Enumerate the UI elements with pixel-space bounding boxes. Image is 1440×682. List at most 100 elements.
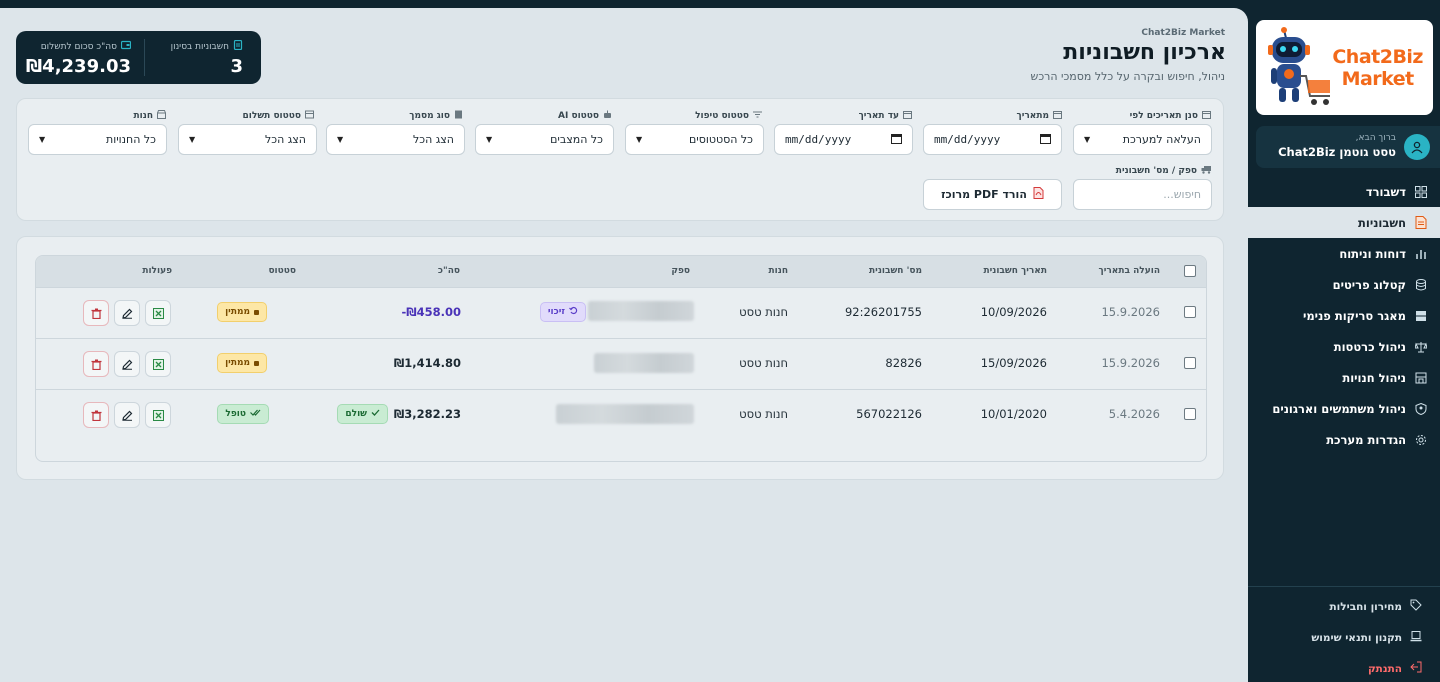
excel-button[interactable] bbox=[145, 402, 171, 428]
excel-button[interactable] bbox=[145, 351, 171, 377]
filter-to-date[interactable]: mm/dd/yyyy bbox=[774, 124, 913, 155]
sidebar-bottom: מחירון וחבילות תקנון ותנאי שימוש התנתק bbox=[1248, 586, 1440, 682]
filter-from-label: מתאריך bbox=[1017, 110, 1062, 122]
main-content: Chat2Biz Market ארכיון חשבוניות ניהול, ח… bbox=[0, 8, 1248, 682]
th-store[interactable]: חנות bbox=[769, 266, 789, 276]
sidebar-item-terms[interactable]: תקנון ותנאי שימוש bbox=[1248, 622, 1440, 653]
stat-total-label: סה"כ סכום לתשלום bbox=[40, 41, 117, 52]
document-icon bbox=[1414, 216, 1428, 230]
table-row[interactable]: 15.9.2026 15/09/2026 82826 חנות טסט ₪1,4… bbox=[36, 339, 1206, 390]
robot-mascot-icon bbox=[1268, 27, 1330, 105]
filter-from-date[interactable]: mm/dd/yyyy bbox=[923, 124, 1062, 155]
filter-handling-select[interactable]: כל הסטטוסים ▼ bbox=[625, 124, 764, 155]
paid-badge: שולם bbox=[337, 404, 388, 424]
sidebar-item-users[interactable]: ניהול משתמשים וארגונים bbox=[1248, 393, 1440, 424]
delete-button[interactable] bbox=[83, 402, 109, 428]
th-status: סטטוס bbox=[268, 266, 296, 276]
filter-icon bbox=[753, 110, 762, 122]
row-checkbox[interactable] bbox=[1184, 306, 1196, 318]
sidebar-item-reports[interactable]: דוחות וניתוח bbox=[1248, 238, 1440, 269]
filter-sort-label: סנן תאריכים לפי bbox=[1130, 110, 1211, 122]
wallet-icon bbox=[120, 40, 132, 53]
filter-doctype-select[interactable]: הצג הכל ▼ bbox=[326, 124, 465, 155]
chevron-down-icon: ▼ bbox=[189, 135, 196, 144]
sidebar-item-invoices[interactable]: חשבוניות bbox=[1248, 207, 1440, 238]
logo[interactable]: Chat2Biz Market bbox=[1256, 20, 1433, 115]
excel-button[interactable] bbox=[145, 300, 171, 326]
pencil-icon bbox=[121, 406, 133, 425]
robot-icon bbox=[603, 110, 612, 122]
th-invoice-no[interactable]: מס' חשבונית bbox=[869, 266, 922, 276]
th-invoice-date[interactable]: תאריך חשבונית bbox=[983, 266, 1047, 276]
pending-dot-icon bbox=[254, 360, 259, 366]
top-strip bbox=[0, 0, 1440, 8]
sidebar-item-scans[interactable]: מאגר סריקות פנימי bbox=[1248, 300, 1440, 331]
stat-filtered: חשבוניות בסינון 3 bbox=[171, 39, 243, 77]
pending-dot-icon bbox=[254, 309, 259, 315]
cell-invoice-date: 15/09/2026 bbox=[980, 356, 1047, 370]
th-uploaded[interactable]: הועלה בתאריך bbox=[1099, 266, 1160, 276]
table-row[interactable]: 5.4.2026 10/01/2020 567022126 חנות טסט ₪… bbox=[36, 390, 1206, 441]
edit-button[interactable] bbox=[114, 351, 140, 377]
download-pdf-button[interactable]: הורד PDF מרוכז bbox=[923, 179, 1062, 210]
cell-uploaded: 15.9.2026 bbox=[1101, 356, 1160, 370]
excel-icon bbox=[152, 355, 164, 374]
filter-sort-select[interactable]: העלאה למערכת ▼ bbox=[1073, 124, 1212, 155]
cell-store: חנות טסט bbox=[739, 356, 788, 370]
filter-payment-select[interactable]: הצג הכל ▼ bbox=[178, 124, 317, 155]
sidebar-item-stores[interactable]: ניהול חנויות bbox=[1248, 362, 1440, 393]
filters-panel: סנן תאריכים לפי העלאה למערכת ▼ מתאריך mm/… bbox=[16, 98, 1224, 221]
select-all-checkbox[interactable] bbox=[1184, 265, 1196, 277]
cell-uploaded: 15.9.2026 bbox=[1101, 305, 1160, 319]
sidebar-item-pricing[interactable]: מחירון וחבילות bbox=[1248, 591, 1440, 622]
trash-icon bbox=[91, 355, 102, 374]
status-badge: ממתין bbox=[217, 302, 267, 322]
row-checkbox[interactable] bbox=[1184, 408, 1196, 420]
undo-icon bbox=[569, 306, 578, 318]
user-greeting: ברוך הבא, bbox=[1355, 133, 1396, 143]
delete-button[interactable] bbox=[83, 351, 109, 377]
filter-to-label: עד תאריך bbox=[859, 110, 912, 122]
row-checkbox[interactable] bbox=[1184, 357, 1196, 369]
filter-ai-select[interactable]: כל המצבים ▼ bbox=[475, 124, 614, 155]
bar-chart-icon bbox=[1414, 247, 1428, 261]
cell-invoice-date: 10/01/2020 bbox=[980, 407, 1047, 421]
calendar-icon bbox=[903, 110, 912, 122]
document-icon bbox=[233, 39, 243, 53]
status-badge: טופל bbox=[217, 404, 269, 424]
th-supplier[interactable]: ספק bbox=[671, 266, 690, 276]
stat-filtered-value: 3 bbox=[230, 56, 243, 77]
store-icon bbox=[157, 110, 166, 122]
sidebar: Chat2Biz Market ברוך הבא, טסט גוטמן Chat… bbox=[1248, 8, 1440, 682]
filter-store-select[interactable]: כל החנויות ▼ bbox=[28, 124, 167, 155]
table-row[interactable]: 15.9.2026 10/09/2026 92:26201755 חנות טס… bbox=[36, 288, 1206, 339]
server-icon bbox=[1414, 309, 1428, 323]
tag-icon bbox=[1410, 599, 1422, 614]
sidebar-item-settings[interactable]: הגדרות מערכת bbox=[1248, 424, 1440, 455]
pencil-icon bbox=[121, 355, 133, 374]
cell-total: -₪458.00 bbox=[401, 305, 461, 319]
calendar-icon bbox=[1040, 133, 1051, 147]
shield-user-icon bbox=[1414, 402, 1428, 416]
th-total[interactable]: סה"כ bbox=[438, 266, 460, 276]
supplier-name-redacted bbox=[594, 353, 694, 373]
stat-total-value: ₪4,239.03 bbox=[25, 56, 131, 77]
sidebar-item-ledgers[interactable]: ניהול כרטסות bbox=[1248, 331, 1440, 362]
status-badge: ממתין bbox=[217, 353, 267, 373]
user-card[interactable]: ברוך הבא, טסט גוטמן Chat2Biz bbox=[1256, 126, 1440, 168]
sidebar-item-catalog[interactable]: קטלוג פריטים bbox=[1248, 269, 1440, 300]
pencil-icon bbox=[121, 304, 133, 323]
edit-button[interactable] bbox=[114, 300, 140, 326]
chevron-down-icon: ▼ bbox=[337, 135, 344, 144]
cell-invoice-no: 92:26201755 bbox=[844, 305, 922, 319]
logo-text: Chat2Biz Market bbox=[1332, 46, 1423, 90]
page-subtitle: ניהול, חיפוש ובקרה על כלל מסמכי הרכש bbox=[1030, 70, 1225, 83]
search-input[interactable]: חיפוש... bbox=[1073, 179, 1212, 210]
edit-button[interactable] bbox=[114, 402, 140, 428]
gear-icon bbox=[1414, 433, 1428, 447]
stats-divider bbox=[144, 39, 145, 76]
delete-button[interactable] bbox=[83, 300, 109, 326]
cell-store: חנות טסט bbox=[739, 407, 788, 421]
logout-button[interactable]: התנתק bbox=[1248, 653, 1440, 682]
chevron-down-icon: ▼ bbox=[1084, 135, 1091, 144]
